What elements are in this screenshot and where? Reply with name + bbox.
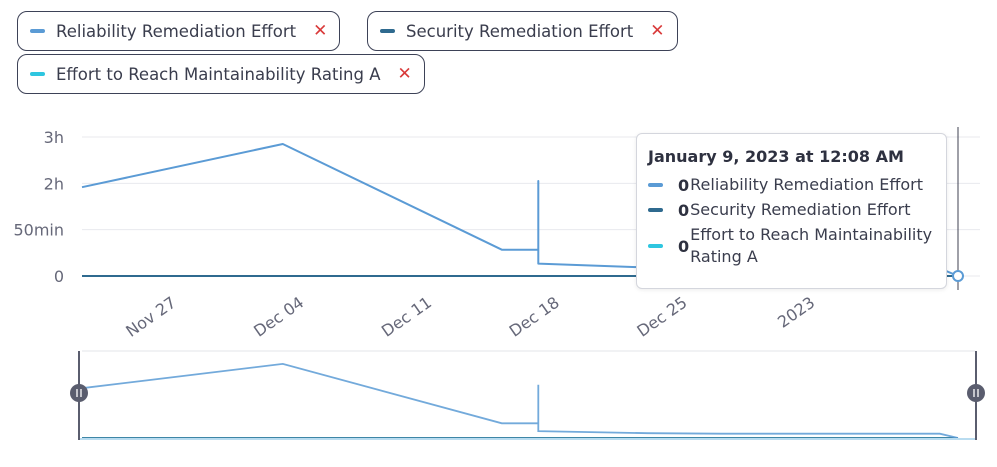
x-tick-label: 2023 (774, 293, 818, 332)
tooltip-label: Reliability Remediation Effort (690, 175, 923, 194)
x-tick-label: Dec 25 (633, 293, 690, 341)
tooltip-title: January 9, 2023 at 12:08 AM (648, 147, 904, 166)
x-tick-label: Dec 11 (378, 293, 435, 341)
tooltip-row: 0 Reliability Remediation Effort (648, 174, 936, 196)
x-tick-label: Dec 18 (506, 293, 563, 341)
tooltip-value: 0 (678, 200, 690, 220)
y-tick-label: 3h (44, 128, 64, 147)
hover-marker (952, 270, 964, 282)
y-tick-label: 50min (13, 221, 64, 240)
chart-tooltip: January 9, 2023 at 12:08 AM 0 Reliabilit… (636, 133, 947, 289)
brush-handle[interactable] (967, 384, 985, 402)
tooltip-row: 0 Security Remediation Effort (648, 199, 936, 221)
tooltip-label: Security Remediation Effort (690, 200, 911, 219)
brush-handle-knob (70, 384, 88, 402)
y-tick-label: 0 (54, 267, 64, 286)
tooltip-value: 0 (678, 175, 690, 195)
tooltip-label: Effort to Reach Maintainability Rating A (690, 225, 933, 266)
overview-line (81, 362, 959, 439)
x-tick-label: Nov 27 (122, 293, 179, 341)
brush-handle-knob (967, 384, 985, 402)
y-tick-label: 2h (44, 174, 64, 193)
series-swatch (648, 244, 663, 248)
series-swatch (648, 208, 663, 212)
brush-handle[interactable] (70, 384, 88, 402)
tooltip-row: 0 Effort to Reach Maintainability Rating… (648, 224, 936, 268)
series-swatch (648, 183, 663, 187)
tooltip-value: 0 (678, 236, 690, 256)
x-tick-label: Dec 04 (250, 293, 307, 341)
